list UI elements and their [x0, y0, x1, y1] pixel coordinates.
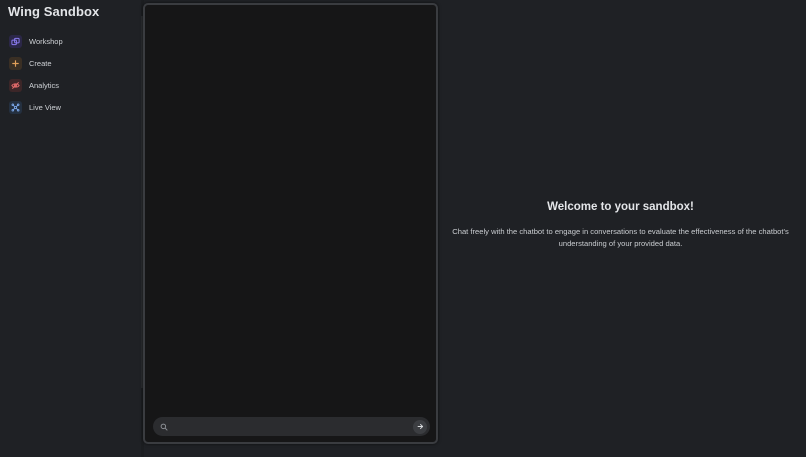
welcome-description: Chat freely with the chatbot to engage i… — [452, 227, 789, 248]
sidebar-item-analytics[interactable]: Analytics — [9, 77, 134, 93]
sidebar-item-label: Live View — [29, 102, 61, 112]
plus-icon — [9, 56, 22, 70]
workshop-icon — [9, 34, 22, 48]
eye-icon — [9, 78, 22, 92]
send-button[interactable] — [413, 419, 427, 434]
sidebar-item-label: Workshop — [29, 36, 63, 46]
app-root: Wing Sandbox Workshop Create Analytics L… — [0, 0, 806, 457]
sidebar-nav: Workshop Create Analytics Live View — [9, 33, 134, 121]
chat-panel — [143, 3, 438, 444]
sidebar-item-label: Create — [29, 58, 52, 68]
sidebar-item-workshop[interactable]: Workshop — [9, 33, 134, 49]
sidebar-item-label: Analytics — [29, 80, 60, 90]
sidebar: Wing Sandbox Workshop Create Analytics L… — [0, 0, 142, 457]
network-icon — [9, 100, 22, 114]
chat-input[interactable] — [168, 419, 413, 434]
welcome-section: Welcome to your sandbox! Chat freely wit… — [450, 201, 791, 249]
chat-input-bar — [153, 417, 430, 436]
search-icon — [159, 422, 168, 431]
arrow-right-icon — [417, 423, 423, 430]
chat-messages-area — [145, 5, 436, 408]
sidebar-item-live-view[interactable]: Live View — [9, 99, 134, 115]
app-title: Wing Sandbox — [8, 4, 100, 19]
sidebar-item-create[interactable]: Create — [9, 55, 134, 71]
welcome-title: Welcome to your sandbox! — [547, 201, 694, 213]
